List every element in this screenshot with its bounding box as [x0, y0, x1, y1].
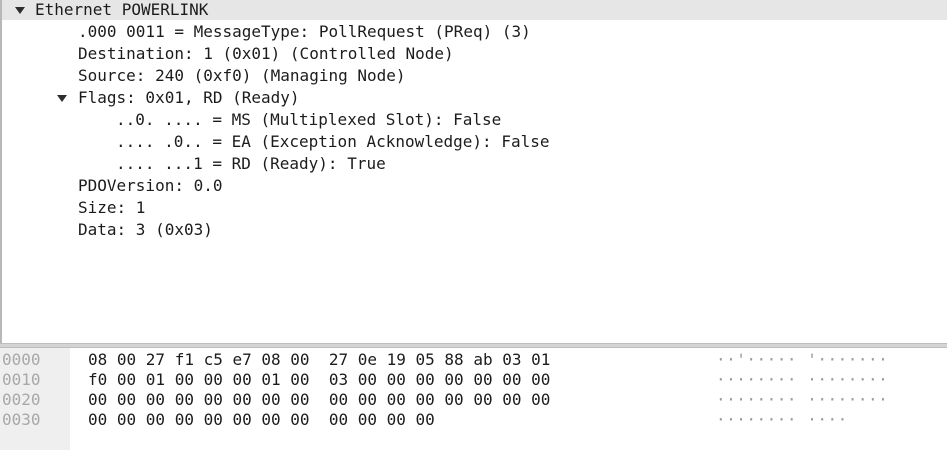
- hex-row[interactable]: 0020 00 00 00 00 00 00 00 00 00 00 00 00…: [0, 390, 947, 410]
- tree-item-flag-ea[interactable]: .... .0.. = EA (Exception Acknowledge): …: [2, 132, 947, 152]
- hex-ascii[interactable]: ········ ········: [716, 370, 888, 390]
- tree-item-label: Size: 1: [78, 198, 146, 217]
- tree-item-label: ..0. .... = MS (Multiplexed Slot): False: [116, 110, 502, 129]
- hex-bytes[interactable]: 00 00 00 00 00 00 00 00 00 00 00 00: [88, 410, 435, 430]
- tree-item-ethernet-powerlink[interactable]: Ethernet POWERLINK: [2, 0, 947, 20]
- hex-ascii[interactable]: ········ ····: [716, 410, 848, 430]
- hex-row[interactable]: 0030 00 00 00 00 00 00 00 00 00 00 00 00…: [0, 410, 947, 430]
- tree-item-data[interactable]: Data: 3 (0x03): [2, 220, 947, 240]
- hex-offset: 0020: [2, 390, 41, 409]
- tree-item-label: Flags: 0x01, RD (Ready): [78, 88, 300, 107]
- tree-item-flag-ms[interactable]: ..0. .... = MS (Multiplexed Slot): False: [2, 110, 947, 130]
- triangle-down-icon[interactable]: [14, 0, 28, 20]
- hex-row[interactable]: 0010 f0 00 01 00 00 00 01 00 03 00 00 00…: [0, 370, 947, 390]
- tree-item-flag-rd[interactable]: .... ...1 = RD (Ready): True: [2, 154, 947, 174]
- tree-item-label: Source: 240 (0xf0) (Managing Node): [78, 66, 406, 85]
- hex-ascii[interactable]: ········ ········: [716, 390, 888, 410]
- tree-item-flags[interactable]: Flags: 0x01, RD (Ready): [2, 88, 947, 108]
- packet-details-pane[interactable]: Ethernet POWERLINK .000 0011 = MessageTy…: [0, 0, 947, 343]
- tree-item-label: .... .0.. = EA (Exception Acknowledge): …: [116, 132, 550, 151]
- tree-item-label: .000 0011 = MessageType: PollRequest (PR…: [78, 22, 531, 41]
- hex-bytes[interactable]: 00 00 00 00 00 00 00 00 00 00 00 00 00 0…: [88, 390, 550, 410]
- hex-bytes[interactable]: f0 00 01 00 00 00 01 00 03 00 00 00 00 0…: [88, 370, 550, 390]
- hex-offset: 0010: [2, 370, 41, 389]
- triangle-down-icon[interactable]: [56, 88, 70, 108]
- tree-item-label: Ethernet POWERLINK: [35, 0, 209, 19]
- tree-item-label: Data: 3 (0x03): [78, 220, 213, 239]
- tree-item-size[interactable]: Size: 1: [2, 198, 947, 218]
- tree-item-label: PDOVersion: 0.0: [78, 176, 223, 195]
- tree-item-destination[interactable]: Destination: 1 (0x01) (Controlled Node): [2, 44, 947, 64]
- tree-item-source[interactable]: Source: 240 (0xf0) (Managing Node): [2, 66, 947, 86]
- hex-row[interactable]: 0000 08 00 27 f1 c5 e7 08 00 27 0e 19 05…: [0, 350, 947, 370]
- packet-viewer: Ethernet POWERLINK .000 0011 = MessageTy…: [0, 0, 947, 450]
- hex-bytes[interactable]: 08 00 27 f1 c5 e7 08 00 27 0e 19 05 88 a…: [88, 350, 550, 370]
- tree-item-label: Destination: 1 (0x01) (Controlled Node): [78, 44, 454, 63]
- hex-offset: 0000: [2, 350, 41, 369]
- packet-bytes-pane[interactable]: 0000 08 00 27 f1 c5 e7 08 00 27 0e 19 05…: [0, 348, 947, 450]
- tree-item-pdo-version[interactable]: PDOVersion: 0.0: [2, 176, 947, 196]
- tree-item-label: .... ...1 = RD (Ready): True: [116, 154, 386, 173]
- hex-offset: 0030: [2, 410, 41, 429]
- tree-item-message-type[interactable]: .000 0011 = MessageType: PollRequest (PR…: [2, 22, 947, 42]
- hex-ascii[interactable]: ··'····· '·······: [716, 350, 888, 370]
